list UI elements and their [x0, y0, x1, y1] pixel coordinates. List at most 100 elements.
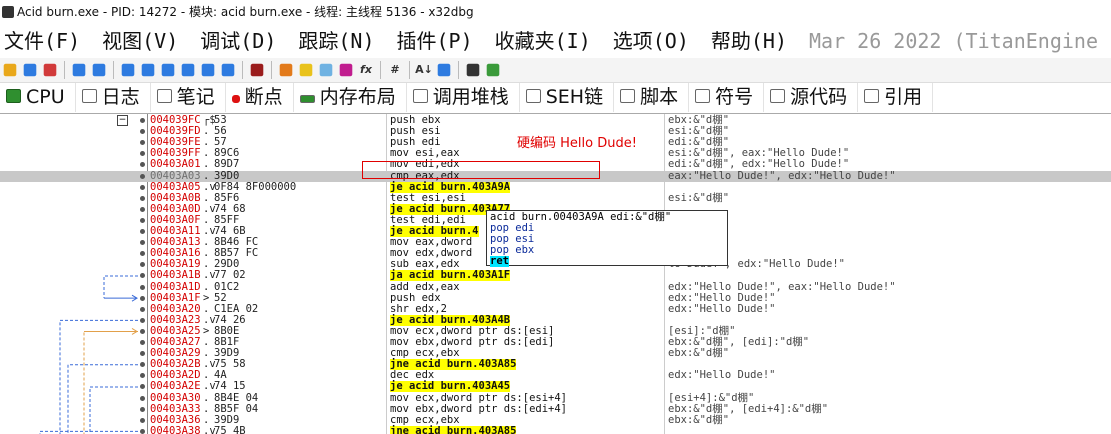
toolbar-separator — [242, 61, 243, 79]
row-dot — [140, 362, 145, 368]
row-dot — [140, 328, 145, 334]
bytes-cell: 89D7 — [214, 158, 240, 171]
pause-icon[interactable] — [92, 63, 106, 77]
instruction-cell: jne acid burn.403A85 — [390, 425, 517, 434]
row-dot — [140, 118, 145, 123]
tab-label: 引用 — [884, 86, 923, 108]
toolbar-separator — [113, 61, 114, 79]
menu-file[interactable]: 文件(F) — [4, 24, 80, 58]
disasm-row[interactable]: 00403A2E .v 74 15 je acid burn.403A45 — [0, 380, 1111, 393]
comment-icon[interactable] — [299, 63, 313, 77]
address-cell: 00403A30 — [150, 391, 201, 404]
menu-trace[interactable]: 跟踪(N) — [298, 24, 374, 58]
bookmark-icon[interactable] — [339, 63, 353, 77]
tab-label: 日志 — [101, 86, 140, 108]
comment-cell: edi:&"d棚", edx:"Hello Dude!" — [668, 158, 850, 171]
disasm-row[interactable]: 00403A30. 8B4E 04 mov ecx,dword ptr ds:[es… — [0, 391, 1111, 404]
row-dot — [140, 273, 145, 279]
comment-cell: [esi+4]:&"d棚" — [668, 391, 755, 404]
tab-symbol[interactable]: 符号 — [689, 83, 765, 112]
trace-into-icon[interactable] — [161, 63, 175, 77]
toolbar: fx # A↓ — [0, 58, 1111, 83]
tab-label: 内存布局 — [319, 86, 396, 108]
font-icon[interactable]: A↓ — [415, 61, 433, 79]
tab-label: 符号 — [715, 86, 754, 108]
function-icon[interactable]: fx — [357, 61, 375, 79]
bytes-cell: 39D0 — [214, 169, 240, 182]
disasm-row[interactable]: 00403A38 .v 75 4B jne acid burn.403A85 — [0, 424, 1111, 434]
run-icon[interactable] — [72, 63, 86, 77]
source-icon — [770, 89, 786, 103]
tab-log[interactable]: 日志 — [76, 83, 151, 112]
address-cell: 00403A1B — [150, 269, 201, 282]
comment-cell: esi:&"d棚" — [668, 191, 730, 204]
bytes-cell: 74 15 — [214, 380, 246, 393]
menu-debug[interactable]: 调试(D) — [200, 24, 276, 58]
trace-over-icon[interactable] — [181, 63, 195, 77]
menu-help[interactable]: 帮助(H) — [711, 24, 787, 58]
notes-icon[interactable] — [466, 63, 480, 77]
bytes-cell: 74 26 — [214, 313, 246, 326]
tab-label: 调用堆栈 — [432, 86, 509, 108]
row-dot — [140, 317, 145, 323]
row-dot — [140, 284, 145, 290]
bytes-cell: 01C2 — [214, 280, 240, 293]
disasm-row[interactable]: 00403A1D. 01C2 add edx,eax edx:"Hello Dude!… — [0, 280, 1111, 293]
collapse-toggle[interactable]: − — [117, 115, 128, 126]
menu-plugins[interactable]: 插件(P) — [397, 24, 473, 58]
bytes-cell: 8B4E 04 — [214, 391, 259, 404]
step-into-icon[interactable] — [121, 63, 135, 77]
tab-label: 笔记 — [176, 86, 215, 108]
tab-breakpoint[interactable]: 断点 — [226, 83, 294, 112]
cpu-icon — [6, 89, 21, 103]
label-icon[interactable] — [319, 63, 333, 77]
row-dot — [140, 417, 145, 423]
instruction-cell: je acid burn.403A45 — [390, 380, 511, 393]
bytes-cell: 8B57 FC — [214, 247, 259, 260]
bytes-cell: 8B0E — [214, 324, 240, 337]
globe-icon[interactable] — [486, 63, 500, 77]
disasm-row[interactable]: 00403A1B .v 77 02 ja acid burn.403A1F — [0, 269, 1111, 282]
tab-source[interactable]: 源代码 — [764, 83, 859, 112]
execute-till-return-icon[interactable] — [201, 63, 215, 77]
reference-icon — [864, 89, 880, 103]
call-stack-icon — [412, 89, 428, 103]
tab-cpu[interactable]: CPU — [0, 83, 76, 112]
tab-label: SEH链 — [545, 86, 604, 108]
row-dot — [140, 251, 145, 257]
menu-options[interactable]: 选项(O) — [613, 24, 689, 58]
comment-cell: edx:"Hello Dude!" — [668, 369, 776, 382]
patch-icon[interactable] — [279, 63, 293, 77]
row-dot — [140, 262, 145, 268]
menu-view[interactable]: 视图(V) — [102, 24, 178, 58]
tab-call-stack[interactable]: 调用堆栈 — [407, 83, 520, 112]
row-dot — [140, 384, 145, 390]
annotation-label: 硬编码 Hello Dude! — [517, 136, 637, 151]
run-to-user-code-icon[interactable] — [221, 63, 235, 77]
tab-reference[interactable]: 引用 — [858, 83, 934, 112]
tab-bar: CPU 日志 笔记 断点 内存布局 调用堆栈 SEH链 脚本 符号 源代码 引用 — [0, 83, 1111, 114]
tab-seh[interactable]: SEH链 — [520, 83, 615, 112]
window-title: Acid burn.exe - PID: 14272 - 模块: acid bu… — [17, 5, 474, 19]
comment-cell: ebx:&"d棚" — [668, 347, 730, 360]
close-icon[interactable] — [43, 63, 57, 77]
hash-icon[interactable]: # — [386, 61, 404, 79]
menu-favourites[interactable]: 收藏夹(I) — [495, 24, 591, 58]
address-cell: 00403A01 — [150, 158, 201, 171]
tab-memory-map[interactable]: 内存布局 — [294, 83, 407, 112]
calc-icon[interactable] — [437, 63, 451, 77]
open-icon[interactable] — [3, 63, 17, 77]
toolbar-separator — [380, 61, 381, 79]
tab-script[interactable]: 脚本 — [614, 83, 690, 112]
bytes-cell: 56 — [214, 125, 227, 138]
restart-icon[interactable] — [23, 63, 37, 77]
address-cell: 00403A03 — [150, 169, 201, 182]
row-dot — [140, 306, 145, 312]
scylla-icon[interactable] — [250, 63, 264, 77]
row-dot — [140, 206, 145, 212]
address-cell: 00403A38 — [150, 424, 201, 434]
step-over-icon[interactable] — [141, 63, 155, 77]
tab-notes[interactable]: 笔记 — [151, 83, 226, 112]
tab-label: 断点 — [244, 86, 283, 108]
bytes-cell: 75 58 — [214, 358, 246, 371]
